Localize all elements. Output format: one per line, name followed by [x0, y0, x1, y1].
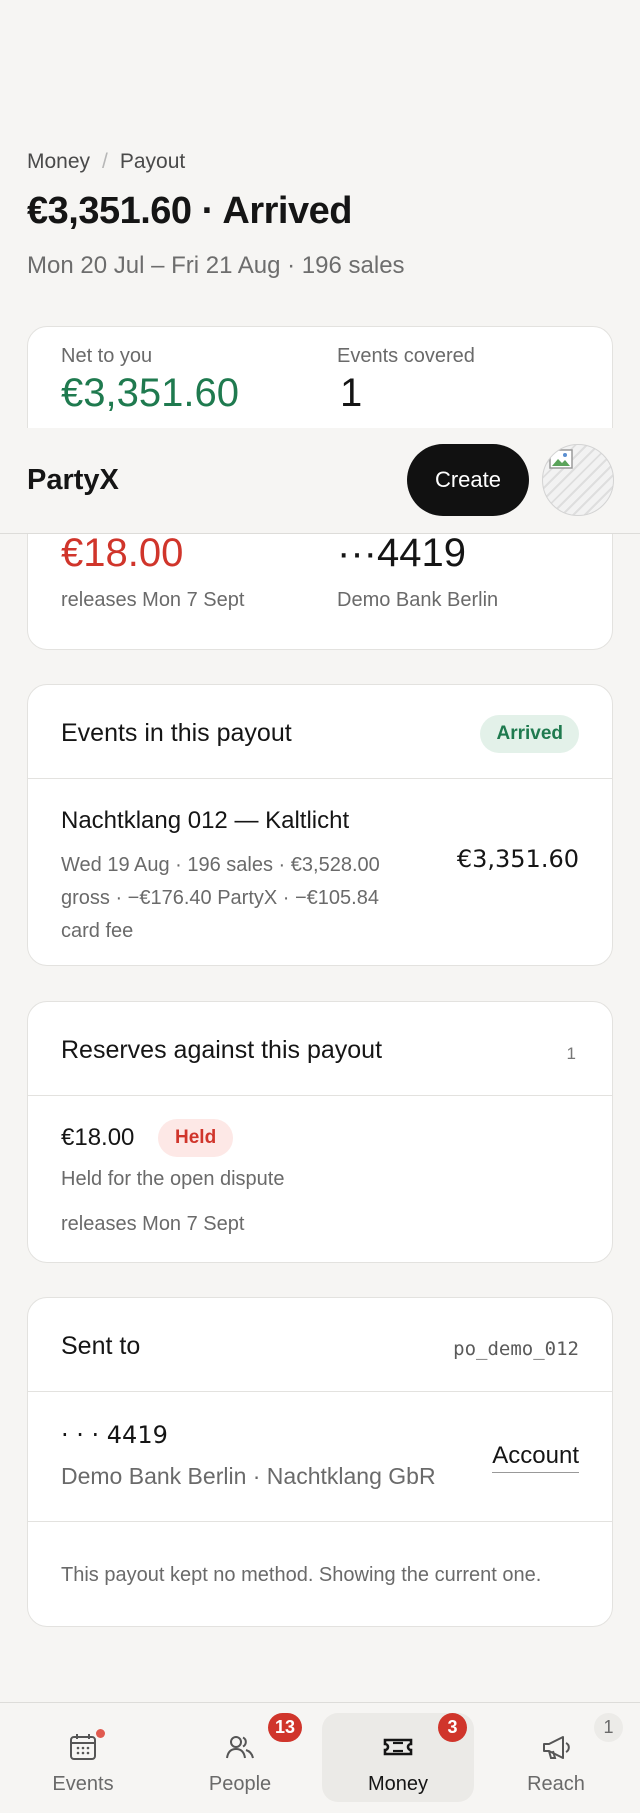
reserve-count: 1: [566, 1044, 576, 1063]
net-to-you-label: Net to you: [61, 345, 153, 367]
nav-item-reach[interactable]: 1 Reach: [480, 1713, 632, 1802]
notification-dot: [96, 1729, 105, 1738]
section-title: Events in this payout: [61, 719, 292, 747]
sent-to-card: Sent to po_demo_012 · · · 4419 Demo Bank…: [27, 1297, 613, 1627]
reserve-value: €18.00: [61, 531, 184, 575]
bottom-navigation: Events 13 People 3 Money 1 Reach: [0, 1702, 640, 1813]
reserve-amount: €18.00: [61, 1124, 135, 1151]
section-title: Sent to: [61, 1332, 141, 1360]
account-number-mask: · · · 4419: [61, 1421, 168, 1449]
section-title: Reserves against this payout: [61, 1036, 383, 1064]
reach-badge: 1: [594, 1713, 623, 1742]
create-button[interactable]: Create: [407, 444, 529, 516]
people-icon: [226, 1736, 254, 1759]
breadcrumb: Money / Payout: [27, 150, 185, 174]
breadcrumb-current: Payout: [119, 150, 186, 173]
events-covered-value: 1: [340, 371, 363, 415]
nav-label: Events: [52, 1773, 114, 1795]
reserve-reason: Held for the open dispute: [61, 1168, 285, 1190]
ticket-icon: [383, 1738, 413, 1756]
reserves-card: Reserves against this payout 1 €18.00 He…: [27, 1001, 613, 1263]
megaphone-icon: [543, 1736, 570, 1759]
event-amount: €3,351.60: [456, 845, 579, 873]
account-value: ···4419: [337, 531, 466, 575]
nav-item-money[interactable]: 3 Money: [322, 1713, 474, 1802]
calendar-icon: [70, 1734, 96, 1760]
page-title: €3,351.60 · Arrived: [27, 190, 352, 232]
people-badge: 13: [268, 1713, 303, 1742]
broken-image-icon: [549, 449, 573, 469]
app-top-bar: PartyX Create: [0, 428, 640, 534]
payout-id: po_demo_012: [453, 1338, 579, 1360]
account-caption: Demo Bank Berlin: [337, 589, 499, 611]
bank-details: Demo Bank Berlin · Nachtklang GbR: [61, 1463, 436, 1489]
breadcrumb-separator: /: [102, 150, 108, 173]
net-to-you-value: €3,351.60: [61, 371, 239, 415]
nav-label: People: [208, 1773, 272, 1795]
method-note: This payout kept no method. Showing the …: [61, 1564, 542, 1586]
section-header: Reserves against this payout 1: [28, 1002, 612, 1096]
event-name: Nachtklang 012 — Kaltlicht: [61, 807, 350, 834]
held-badge: Held: [158, 1119, 234, 1157]
event-meta: Wed 19 Aug · 196 sales · €3,528.00 gross…: [61, 854, 380, 942]
reserve-release: releases Mon 7 Sept: [61, 1213, 245, 1235]
payout-detail-page: Money / Payout €3,351.60 · Arrived Mon 2…: [0, 0, 640, 1813]
nav-label: Money: [367, 1773, 429, 1795]
section-header: Events in this payout Arrived: [28, 685, 612, 779]
reserve-caption: releases Mon 7 Sept: [61, 589, 245, 611]
events-covered-label: Events covered: [337, 345, 475, 367]
section-header: Sent to po_demo_012: [28, 1298, 612, 1392]
status-badge: Arrived: [480, 715, 579, 753]
breadcrumb-money-link[interactable]: Money: [27, 150, 90, 174]
divider: [28, 1521, 612, 1522]
nav-label: Reach: [527, 1773, 585, 1795]
events-in-payout-card: Events in this payout Arrived Nachtklang…: [27, 684, 613, 966]
money-badge: 3: [438, 1713, 467, 1742]
brand-logo[interactable]: PartyX: [27, 464, 119, 497]
page-subtitle: Mon 20 Jul – Fri 21 Aug · 196 sales: [27, 252, 405, 279]
nav-item-people[interactable]: 13 People: [164, 1713, 316, 1802]
nav-item-events[interactable]: Events: [7, 1713, 159, 1802]
account-link[interactable]: Account: [492, 1442, 579, 1473]
avatar[interactable]: [542, 444, 614, 516]
